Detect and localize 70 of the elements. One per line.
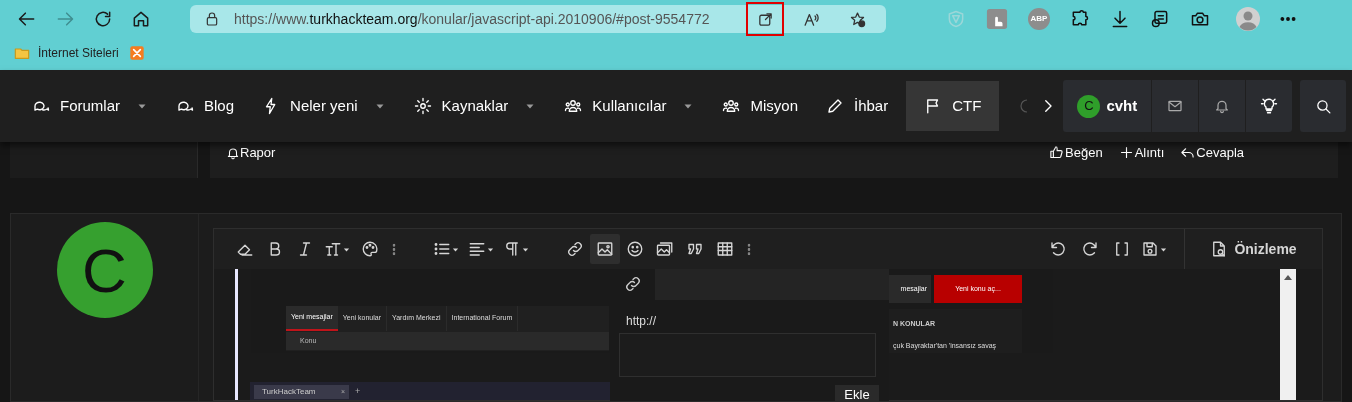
report-link[interactable]: Rapor <box>226 143 276 163</box>
bell-icon <box>226 145 240 160</box>
shield-icon <box>946 9 966 29</box>
web-capture-icon <box>1150 9 1170 29</box>
search-icon <box>1314 97 1332 115</box>
share-button[interactable] <box>746 2 784 36</box>
settings-icon <box>413 97 432 115</box>
like-link[interactable]: Beğen <box>1049 143 1103 163</box>
undo-icon <box>1049 240 1067 258</box>
coin-icon <box>1019 98 1028 114</box>
folder-icon <box>14 45 30 61</box>
users-icon <box>722 97 741 115</box>
redo-icon <box>1081 240 1099 258</box>
palette-icon <box>361 240 379 258</box>
image-button[interactable] <box>590 234 620 264</box>
save-icon <box>1141 240 1159 258</box>
insert-button[interactable]: Ekle <box>835 385 879 401</box>
bell-icon <box>1214 98 1231 114</box>
media-icon <box>656 240 674 258</box>
nav-tab[interactable]: Neler yeni <box>252 81 396 131</box>
download-icon <box>1110 9 1130 29</box>
smiley-icon <box>626 240 644 258</box>
nav-tab[interactable]: Forumlar <box>22 81 158 131</box>
reply-link[interactable]: Cevapla <box>1180 143 1244 163</box>
image-icon <box>596 240 614 258</box>
text-size-icon <box>324 240 342 258</box>
nav-tab[interactable]: Kaynaklar <box>403 81 547 131</box>
scroll-up-icon <box>1284 275 1292 280</box>
link-icon <box>623 275 642 294</box>
table-icon <box>716 240 734 258</box>
pointer-hand-icon[interactable] <box>986 8 1008 30</box>
address-bar[interactable]: https://www.turkhackteam.org/konular/javascript-api.2010906/#post-9554772 <box>190 5 886 33</box>
mail-icon <box>1167 98 1184 114</box>
back-arrow-icon <box>17 9 37 29</box>
thumbs-up-icon <box>1049 145 1065 161</box>
forward-arrow-icon <box>55 9 75 29</box>
url-text: https://www.turkhackteam.org/konular/javascript-api.2010906/#post-9554772 <box>234 9 710 29</box>
share-icon <box>756 10 774 28</box>
nav-tab[interactable]: Blog <box>166 81 245 131</box>
nav-tab[interactable]: Kullanıcılar <box>554 81 705 131</box>
embedded-tab-add: + <box>355 385 361 399</box>
align-left-icon <box>468 240 486 258</box>
puzzle-icon <box>1070 9 1090 29</box>
lock-icon <box>204 11 220 27</box>
more-icon <box>1280 17 1296 21</box>
nav-tab[interactable]: CTF <box>906 81 1000 131</box>
more-icon <box>747 243 751 255</box>
list-icon <box>433 240 451 258</box>
nav-tab[interactable]: Misyon <box>712 81 808 131</box>
plus-icon <box>1118 145 1134 161</box>
more-icon <box>392 243 396 255</box>
avatar-initial: C <box>1077 94 1101 118</box>
home-icon <box>131 9 151 29</box>
favorite-star-icon <box>848 10 866 28</box>
bookmark[interactable] <box>128 45 145 61</box>
link-icon <box>566 240 584 258</box>
users-icon <box>564 97 583 115</box>
nav-tab[interactable]: İhbar <box>816 81 899 131</box>
app-icon <box>128 45 145 61</box>
pencil-icon <box>826 97 844 115</box>
reload-icon <box>93 9 113 29</box>
brackets-icon <box>1113 240 1131 258</box>
camera-icon <box>1190 9 1210 29</box>
lightbulb-icon <box>1260 97 1279 115</box>
bookmark[interactable]: İnternet Siteleri <box>14 44 119 62</box>
quote-link[interactable]: Alıntı <box>1118 143 1165 163</box>
search-button[interactable] <box>1300 80 1347 132</box>
paragraph-icon <box>503 240 521 258</box>
url-label: http:// <box>626 312 658 330</box>
user-avatar: C <box>56 222 153 318</box>
